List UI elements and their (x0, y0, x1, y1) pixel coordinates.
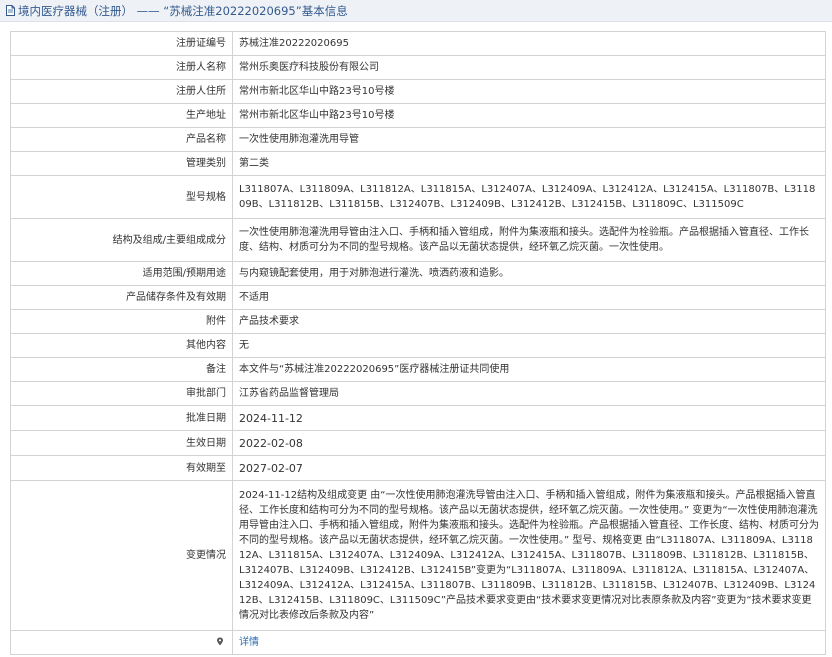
row-value-attachment: 产品技术要求 (232, 309, 826, 334)
table-row: 产品储存条件及有效期 不适用 (10, 285, 826, 310)
row-value-registration-no: 苏械注准20222020695 (232, 31, 826, 56)
row-value-intended-use: 与内窥镜配套使用，用于对肺泡进行灌洗、喷洒药液和造影。 (232, 261, 826, 286)
row-label-approval-dept: 审批部门 (10, 381, 233, 406)
row-label-management-class: 管理类别 (10, 151, 233, 176)
row-label-changes: 变更情况 (10, 480, 233, 631)
row-value-expiry-date: 2027-02-07 (232, 455, 826, 481)
table-row: 结构及组成/主要组成成分 一次性使用肺泡灌洗用导管由注入口、手柄和插入管组成，附… (10, 218, 826, 262)
row-label-model-spec: 型号规格 (10, 175, 233, 219)
row-value-detail: 详情 (232, 630, 826, 655)
row-label-effective-date: 生效日期 (10, 430, 233, 456)
table-row: 生效日期 2022-02-08 (10, 430, 826, 456)
row-value-changes: 2024-11-12结构及组成变更 由“一次性使用肺泡灌洗导管由注入口、手柄和插… (232, 480, 826, 631)
row-value-production-address: 常州市新北区华山中路23号10号楼 (232, 103, 826, 128)
row-label-registrant-name: 注册人名称 (10, 55, 233, 80)
row-label-product-name: 产品名称 (10, 127, 233, 152)
table-row: 审批部门 江苏省药品监督管理局 (10, 381, 826, 406)
table-row: 备注 本文件与“苏械注准20222020695”医疗器械注册证共同使用 (10, 357, 826, 382)
row-label-production-address: 生产地址 (10, 103, 233, 128)
table-row: 注册人住所 常州市新北区华山中路23号10号楼 (10, 79, 826, 104)
row-value-approval-date: 2024-11-12 (232, 405, 826, 431)
row-label-registrant-address: 注册人住所 (10, 79, 233, 104)
table-row: 型号规格 L311807A、L311809A、L311812A、L311815A… (10, 175, 826, 219)
row-label-structure: 结构及组成/主要组成成分 (10, 218, 233, 262)
table-row: 有效期至 2027-02-07 (10, 455, 826, 481)
table-row: 生产地址 常州市新北区华山中路23号10号楼 (10, 103, 826, 128)
detail-link[interactable]: 详情 (239, 637, 259, 648)
table-row: 产品名称 一次性使用肺泡灌洗用导管 (10, 127, 826, 152)
row-label-other: 其他内容 (10, 333, 233, 358)
page-title: 境内医疗器械（注册） —— “苏械注准20222020695”基本信息 (18, 3, 348, 18)
row-value-product-name: 一次性使用肺泡灌洗用导管 (232, 127, 826, 152)
table-row: 变更情况 2024-11-12结构及组成变更 由“一次性使用肺泡灌洗导管由注入口… (10, 480, 826, 631)
row-label-storage: 产品储存条件及有效期 (10, 285, 233, 310)
row-value-effective-date: 2022-02-08 (232, 430, 826, 456)
table-row: 详情 (10, 630, 826, 655)
row-value-registrant-address: 常州市新北区华山中路23号10号楼 (232, 79, 826, 104)
info-table: 注册证编号 苏械注准20222020695 注册人名称 常州乐奥医疗科技股份有限… (10, 31, 826, 655)
row-label-detail (10, 630, 233, 655)
row-label-expiry-date: 有效期至 (10, 455, 233, 481)
row-label-registration-no: 注册证编号 (10, 31, 233, 56)
row-value-structure: 一次性使用肺泡灌洗用导管由注入口、手柄和插入管组成，附件为集液瓶和接头。选配件为… (232, 218, 826, 262)
row-label-remark: 备注 (10, 357, 233, 382)
page-header: 境内医疗器械（注册） —— “苏械注准20222020695”基本信息 (0, 0, 832, 22)
table-row: 注册证编号 苏械注准20222020695 (10, 31, 826, 56)
document-icon (6, 5, 15, 16)
table-row: 附件 产品技术要求 (10, 309, 826, 334)
row-value-approval-dept: 江苏省药品监督管理局 (232, 381, 826, 406)
table-row: 其他内容 无 (10, 333, 826, 358)
row-value-storage: 不适用 (232, 285, 826, 310)
table-row: 管理类别 第二类 (10, 151, 826, 176)
table-row: 适用范围/预期用途 与内窥镜配套使用，用于对肺泡进行灌洗、喷洒药液和造影。 (10, 261, 826, 286)
row-label-attachment: 附件 (10, 309, 233, 334)
table-row: 批准日期 2024-11-12 (10, 405, 826, 431)
row-value-remark: 本文件与“苏械注准20222020695”医疗器械注册证共同使用 (232, 357, 826, 382)
row-value-management-class: 第二类 (232, 151, 826, 176)
map-pin-icon (217, 637, 223, 646)
row-value-registrant-name: 常州乐奥医疗科技股份有限公司 (232, 55, 826, 80)
row-label-approval-date: 批准日期 (10, 405, 233, 431)
table-row: 注册人名称 常州乐奥医疗科技股份有限公司 (10, 55, 826, 80)
row-value-model-spec: L311807A、L311809A、L311812A、L311815A、L312… (232, 175, 826, 219)
row-value-other: 无 (232, 333, 826, 358)
row-label-intended-use: 适用范围/预期用途 (10, 261, 233, 286)
